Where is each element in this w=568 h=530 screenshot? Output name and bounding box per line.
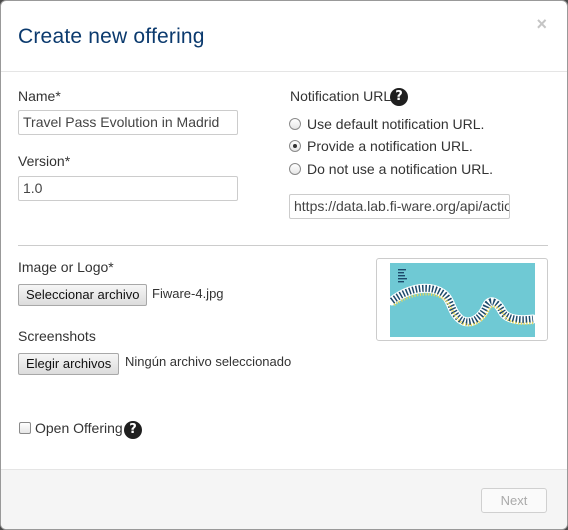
image-file-name: Fiware-4.jpg — [152, 286, 224, 301]
choose-screenshots-button[interactable]: Elegir archivos — [18, 353, 120, 375]
select-image-button[interactable]: Seleccionar archivo — [18, 284, 148, 306]
radio-default-notification[interactable]: Use default notification URL. — [289, 116, 484, 132]
dialog-header: Create new offering × — [1, 1, 567, 72]
radio-default-notification-label: Use default notification URL. — [307, 116, 485, 132]
screenshots-label: Screenshots — [18, 328, 96, 344]
logo-preview — [376, 258, 548, 341]
image-logo-label: Image or Logo* — [18, 259, 114, 275]
radio-provide-notification[interactable]: Provide a notification URL. — [289, 138, 473, 154]
dialog-footer: Next — [1, 469, 567, 529]
dialog-title: Create new offering — [18, 25, 205, 48]
notification-url-input[interactable]: https://data.lab.fi-ware.org/api/action — [289, 194, 510, 219]
section-divider — [18, 245, 548, 246]
create-offering-dialog: Create new offering × Name* Travel Pass … — [0, 0, 568, 530]
logo-image — [390, 263, 535, 337]
notification-url-label: Notification URL* — [290, 88, 397, 104]
radio-provide-notification-label: Provide a notification URL. — [307, 138, 473, 154]
radio-no-notification[interactable]: Do not use a notification URL. — [289, 161, 493, 177]
radio-provide-notification-control[interactable] — [289, 140, 301, 152]
name-input[interactable]: Travel Pass Evolution in Madrid — [18, 110, 238, 135]
open-offering-checkbox[interactable] — [19, 422, 31, 434]
next-button[interactable]: Next — [481, 488, 547, 513]
screenshots-file-name: Ningún archivo seleccionado — [125, 354, 292, 369]
close-icon[interactable]: × — [536, 15, 547, 33]
radio-default-notification-control[interactable] — [289, 118, 301, 130]
open-offering-label: Open Offering — [35, 420, 123, 436]
radio-no-notification-control[interactable] — [289, 163, 301, 175]
notification-help-icon[interactable]: ? — [390, 88, 408, 106]
version-input[interactable]: 1.0 — [18, 176, 238, 201]
version-label: Version* — [18, 153, 71, 169]
open-offering-help-icon[interactable]: ? — [124, 421, 142, 439]
name-label: Name* — [18, 88, 61, 104]
radio-no-notification-label: Do not use a notification URL. — [307, 161, 493, 177]
